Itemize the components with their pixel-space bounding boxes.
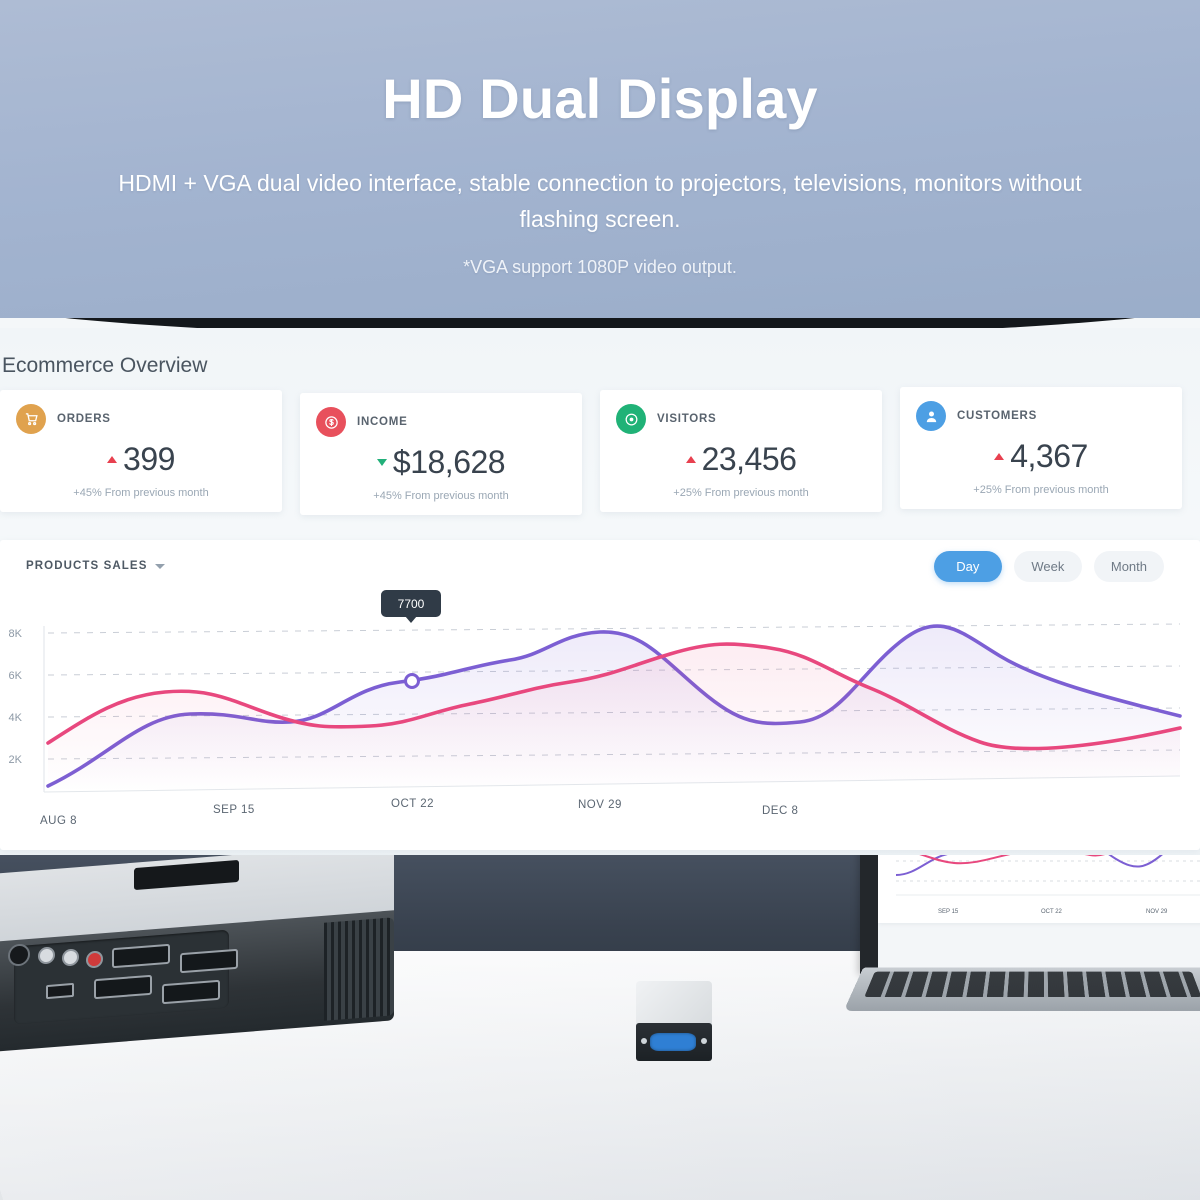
kpi-label: VISITORS	[657, 413, 717, 425]
hero-subtitle: HDMI + VGA dual video interface, stable …	[118, 170, 1082, 232]
chevron-down-icon[interactable]	[155, 563, 166, 569]
line-chart-plot: 8K 6K 4K 2K AUG 8 SEP 15 OCT 22 NOV 29 D…	[0, 596, 1200, 846]
kpi-value: $18,628	[392, 444, 506, 480]
svg-text:6K: 6K	[9, 670, 23, 682]
usb-c-to-vga-adapter	[636, 981, 712, 1061]
svg-text:NOV 29: NOV 29	[1146, 909, 1168, 915]
range-button-day[interactable]: Day	[933, 551, 1002, 582]
trend-up-arrow-icon	[994, 453, 1005, 460]
svg-text:SEP 15: SEP 15	[213, 804, 255, 816]
kpi-subtext: +25% From previous month	[973, 484, 1109, 496]
hero-banner: HD Dual Display HDMI + VGA dual video in…	[0, 0, 1200, 330]
kpi-card-customers[interactable]: CUSTOMERS 4,367 +25% From previous month	[900, 387, 1182, 509]
svg-text:SEP 15: SEP 15	[938, 909, 959, 915]
svg-text:NOV 29: NOV 29	[578, 799, 622, 811]
dollar-coin-icon	[316, 407, 346, 437]
kpi-header: INCOME	[316, 407, 566, 437]
kpi-value-row: 399	[16, 441, 266, 478]
laptop-chart-card: 7700	[878, 855, 1200, 923]
products-sales-chart-card: PRODUCTS SALES Day Week Month 8K 6K 4K 2…	[0, 540, 1200, 850]
trend-down-arrow-icon	[376, 459, 387, 466]
kpi-header: CUSTOMERS	[916, 401, 1166, 431]
svg-text:2K: 2K	[9, 754, 23, 766]
eye-icon	[616, 404, 646, 434]
chart-y-axis-labels: 8K 6K 4K 2K	[9, 628, 23, 766]
kpi-label: INCOME	[357, 416, 408, 428]
svg-text:AUG 8: AUG 8	[40, 815, 77, 827]
user-icon	[916, 401, 946, 431]
kpi-subtext: +25% From previous month	[673, 487, 809, 499]
svg-text:OCT 22: OCT 22	[1041, 909, 1063, 915]
adapter-vga-port	[650, 1033, 696, 1051]
kpi-card-row: ORDERS 399 +45% From previous month INCO…	[0, 386, 1200, 526]
chart-data-point-marker	[404, 673, 420, 689]
chart-title: PRODUCTS SALES	[26, 560, 148, 572]
projector-device	[0, 855, 414, 1073]
kpi-label: ORDERS	[57, 413, 111, 425]
usb-port	[46, 982, 74, 1000]
kpi-label: CUSTOMERS	[957, 410, 1038, 422]
trend-up-arrow-icon	[107, 456, 118, 463]
range-button-week[interactable]: Week	[1013, 551, 1082, 582]
shopping-cart-icon	[16, 404, 46, 434]
svg-text:8K: 8K	[9, 628, 23, 640]
kpi-card-orders[interactable]: ORDERS 399 +45% From previous month	[0, 390, 282, 512]
chart-x-axis-labels: AUG 8 SEP 15 OCT 22 NOV 29 DEC 8	[40, 798, 798, 827]
svg-text:4K: 4K	[9, 712, 23, 724]
kpi-header: VISITORS	[616, 404, 866, 434]
kpi-value-row: 23,456	[616, 441, 866, 478]
kpi-value: 399	[123, 441, 175, 477]
dashboard-title: Ecommerce Overview	[2, 354, 208, 377]
kpi-value: 4,367	[1010, 438, 1088, 474]
kpi-card-visitors[interactable]: VISITORS 23,456 +25% From previous month	[600, 390, 882, 512]
chart-dropdown[interactable]: PRODUCTS SALES	[26, 560, 166, 572]
kpi-subtext: +45% From previous month	[373, 490, 509, 502]
svg-text:OCT 22: OCT 22	[391, 798, 434, 810]
range-button-month[interactable]: Month	[1093, 551, 1164, 582]
laptop-keyboard	[864, 971, 1200, 998]
svg-text:DEC 8: DEC 8	[762, 805, 798, 817]
hero-footnote: *VGA support 1080P video output.	[463, 257, 737, 277]
trend-up-arrow-icon	[685, 456, 696, 463]
dashboard-surface: Ecommerce Overview ORDERS 399 +45% From …	[0, 328, 1200, 863]
kpi-value-row: 4,367	[916, 438, 1166, 475]
laptop-device: Overview ORDERS 399 m pre	[843, 855, 1200, 1025]
chart-tooltip: 7700	[381, 590, 441, 617]
kpi-value-row: $18,628	[316, 444, 566, 481]
laptop-screen: Overview ORDERS 399 m pre	[860, 855, 1200, 975]
kpi-value: 23,456	[701, 441, 797, 477]
page-title: HD Dual Display	[382, 67, 818, 130]
kpi-subtext: +45% From previous month	[73, 487, 209, 499]
range-toggle-group: Day Week Month	[933, 551, 1164, 582]
projected-dashboard-screen: Ecommerce Overview ORDERS 399 +45% From …	[0, 318, 1200, 863]
projector-vent	[324, 917, 394, 1021]
kpi-header: ORDERS	[16, 404, 266, 434]
kpi-card-income[interactable]: INCOME $18,628 +45% From previous month	[300, 393, 582, 515]
laptop-dashboard-view: Overview ORDERS 399 m pre	[878, 855, 1200, 969]
laptop-line-chart-plot: SEP 15 OCT 22 NOV 29	[878, 855, 1200, 921]
product-photo-scene: Overview ORDERS 399 m pre	[0, 855, 1200, 1200]
